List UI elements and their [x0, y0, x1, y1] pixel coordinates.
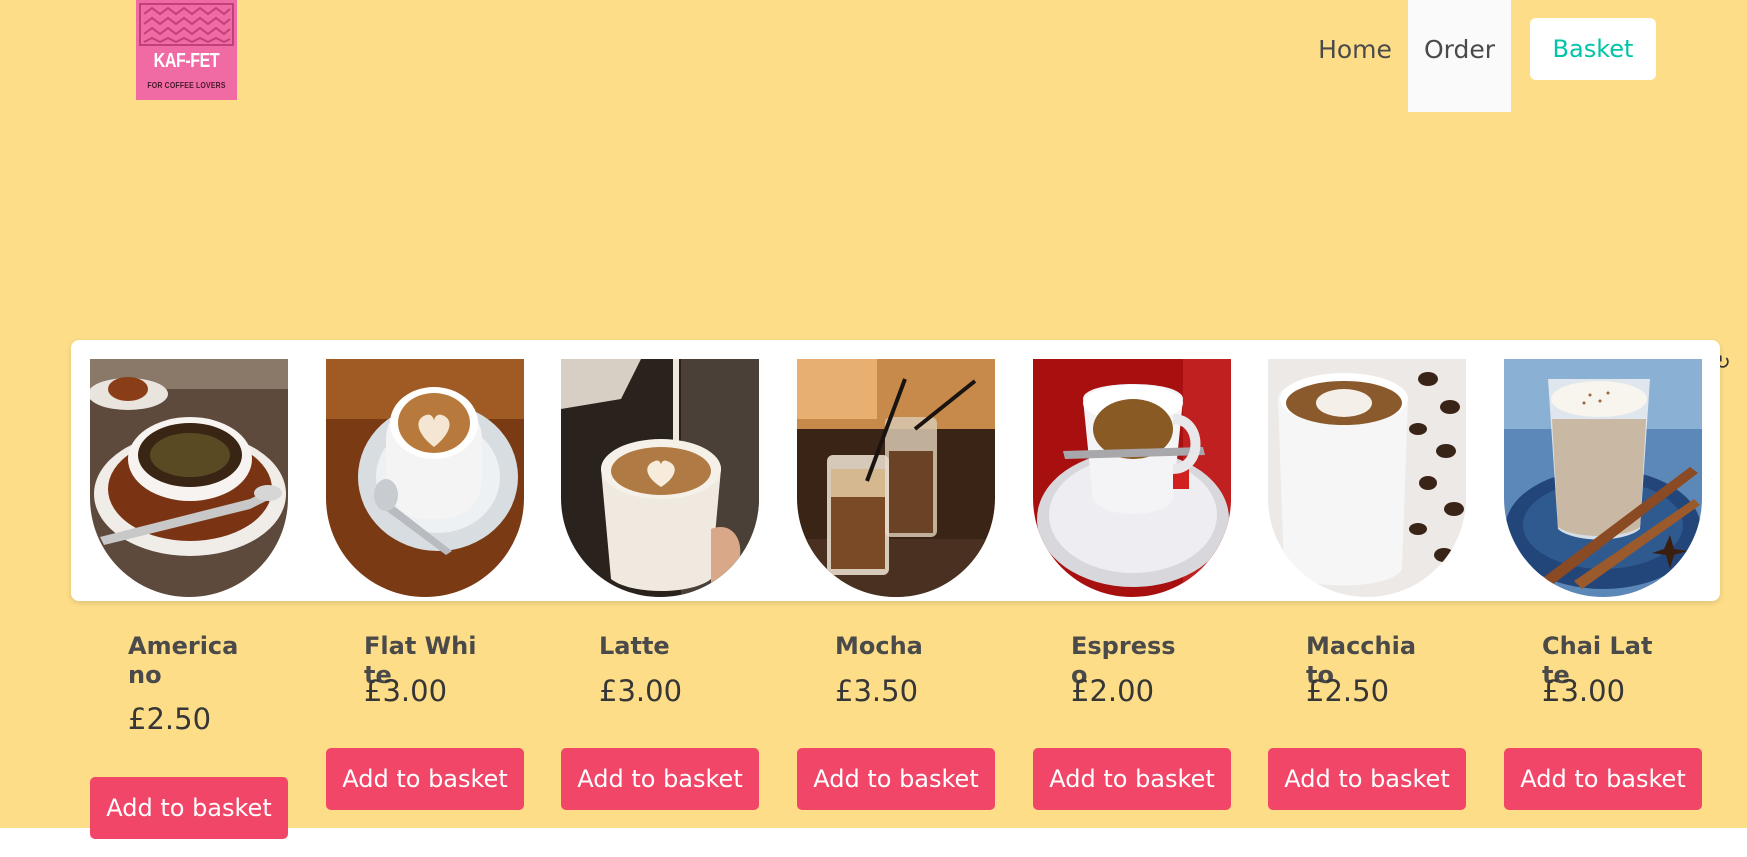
product-price: £3.50 — [835, 674, 919, 708]
flat-white-image-icon — [326, 359, 524, 597]
macchiato-image-icon — [1268, 359, 1466, 597]
product-price: £3.00 — [364, 674, 448, 708]
brand-tagline: FOR COFFEE LOVERS — [147, 80, 226, 90]
product-name: Mocha — [835, 632, 923, 660]
brand-logo[interactable]: KAF-FET FOR COFFEE LOVERS — [136, 0, 237, 100]
flat-white-photo[interactable] — [326, 359, 524, 597]
product-price: £2.50 — [128, 702, 212, 736]
add-to-basket-button[interactable]: Add to basket — [90, 777, 288, 839]
macchiato-photo[interactable] — [1268, 359, 1466, 597]
chai-latte-photo[interactable] — [1504, 359, 1702, 597]
latte-photo[interactable] — [561, 359, 759, 597]
chai-latte-image-icon — [1504, 359, 1702, 597]
add-to-basket-button[interactable]: Add to basket — [326, 748, 524, 810]
americano-image-icon — [90, 359, 288, 597]
espresso-photo[interactable] — [1033, 359, 1231, 597]
nav-order-link[interactable]: Order — [1408, 0, 1511, 112]
product-price: £2.50 — [1306, 674, 1390, 708]
product-name: Americano — [128, 632, 239, 689]
espresso-image-icon — [1033, 359, 1231, 597]
product-name: Latte — [599, 632, 670, 660]
add-to-basket-button[interactable]: Add to basket — [797, 748, 995, 810]
add-to-basket-button[interactable]: Add to basket — [1033, 748, 1231, 810]
product-price: £2.00 — [1071, 674, 1155, 708]
americano-photo[interactable] — [90, 359, 288, 597]
nav-basket-button[interactable]: Basket — [1530, 18, 1656, 80]
mocha-photo[interactable] — [797, 359, 995, 597]
product-price: £3.00 — [599, 674, 683, 708]
latte-image-icon — [561, 359, 759, 597]
nav-home-link[interactable]: Home — [1305, 0, 1405, 100]
add-to-basket-button[interactable]: Add to basket — [1504, 748, 1702, 810]
mocha-image-icon — [797, 359, 995, 597]
brand-name: KAF-FET — [153, 50, 220, 72]
product-price: £3.00 — [1542, 674, 1626, 708]
add-to-basket-button[interactable]: Add to basket — [561, 748, 759, 810]
add-to-basket-button[interactable]: Add to basket — [1268, 748, 1466, 810]
